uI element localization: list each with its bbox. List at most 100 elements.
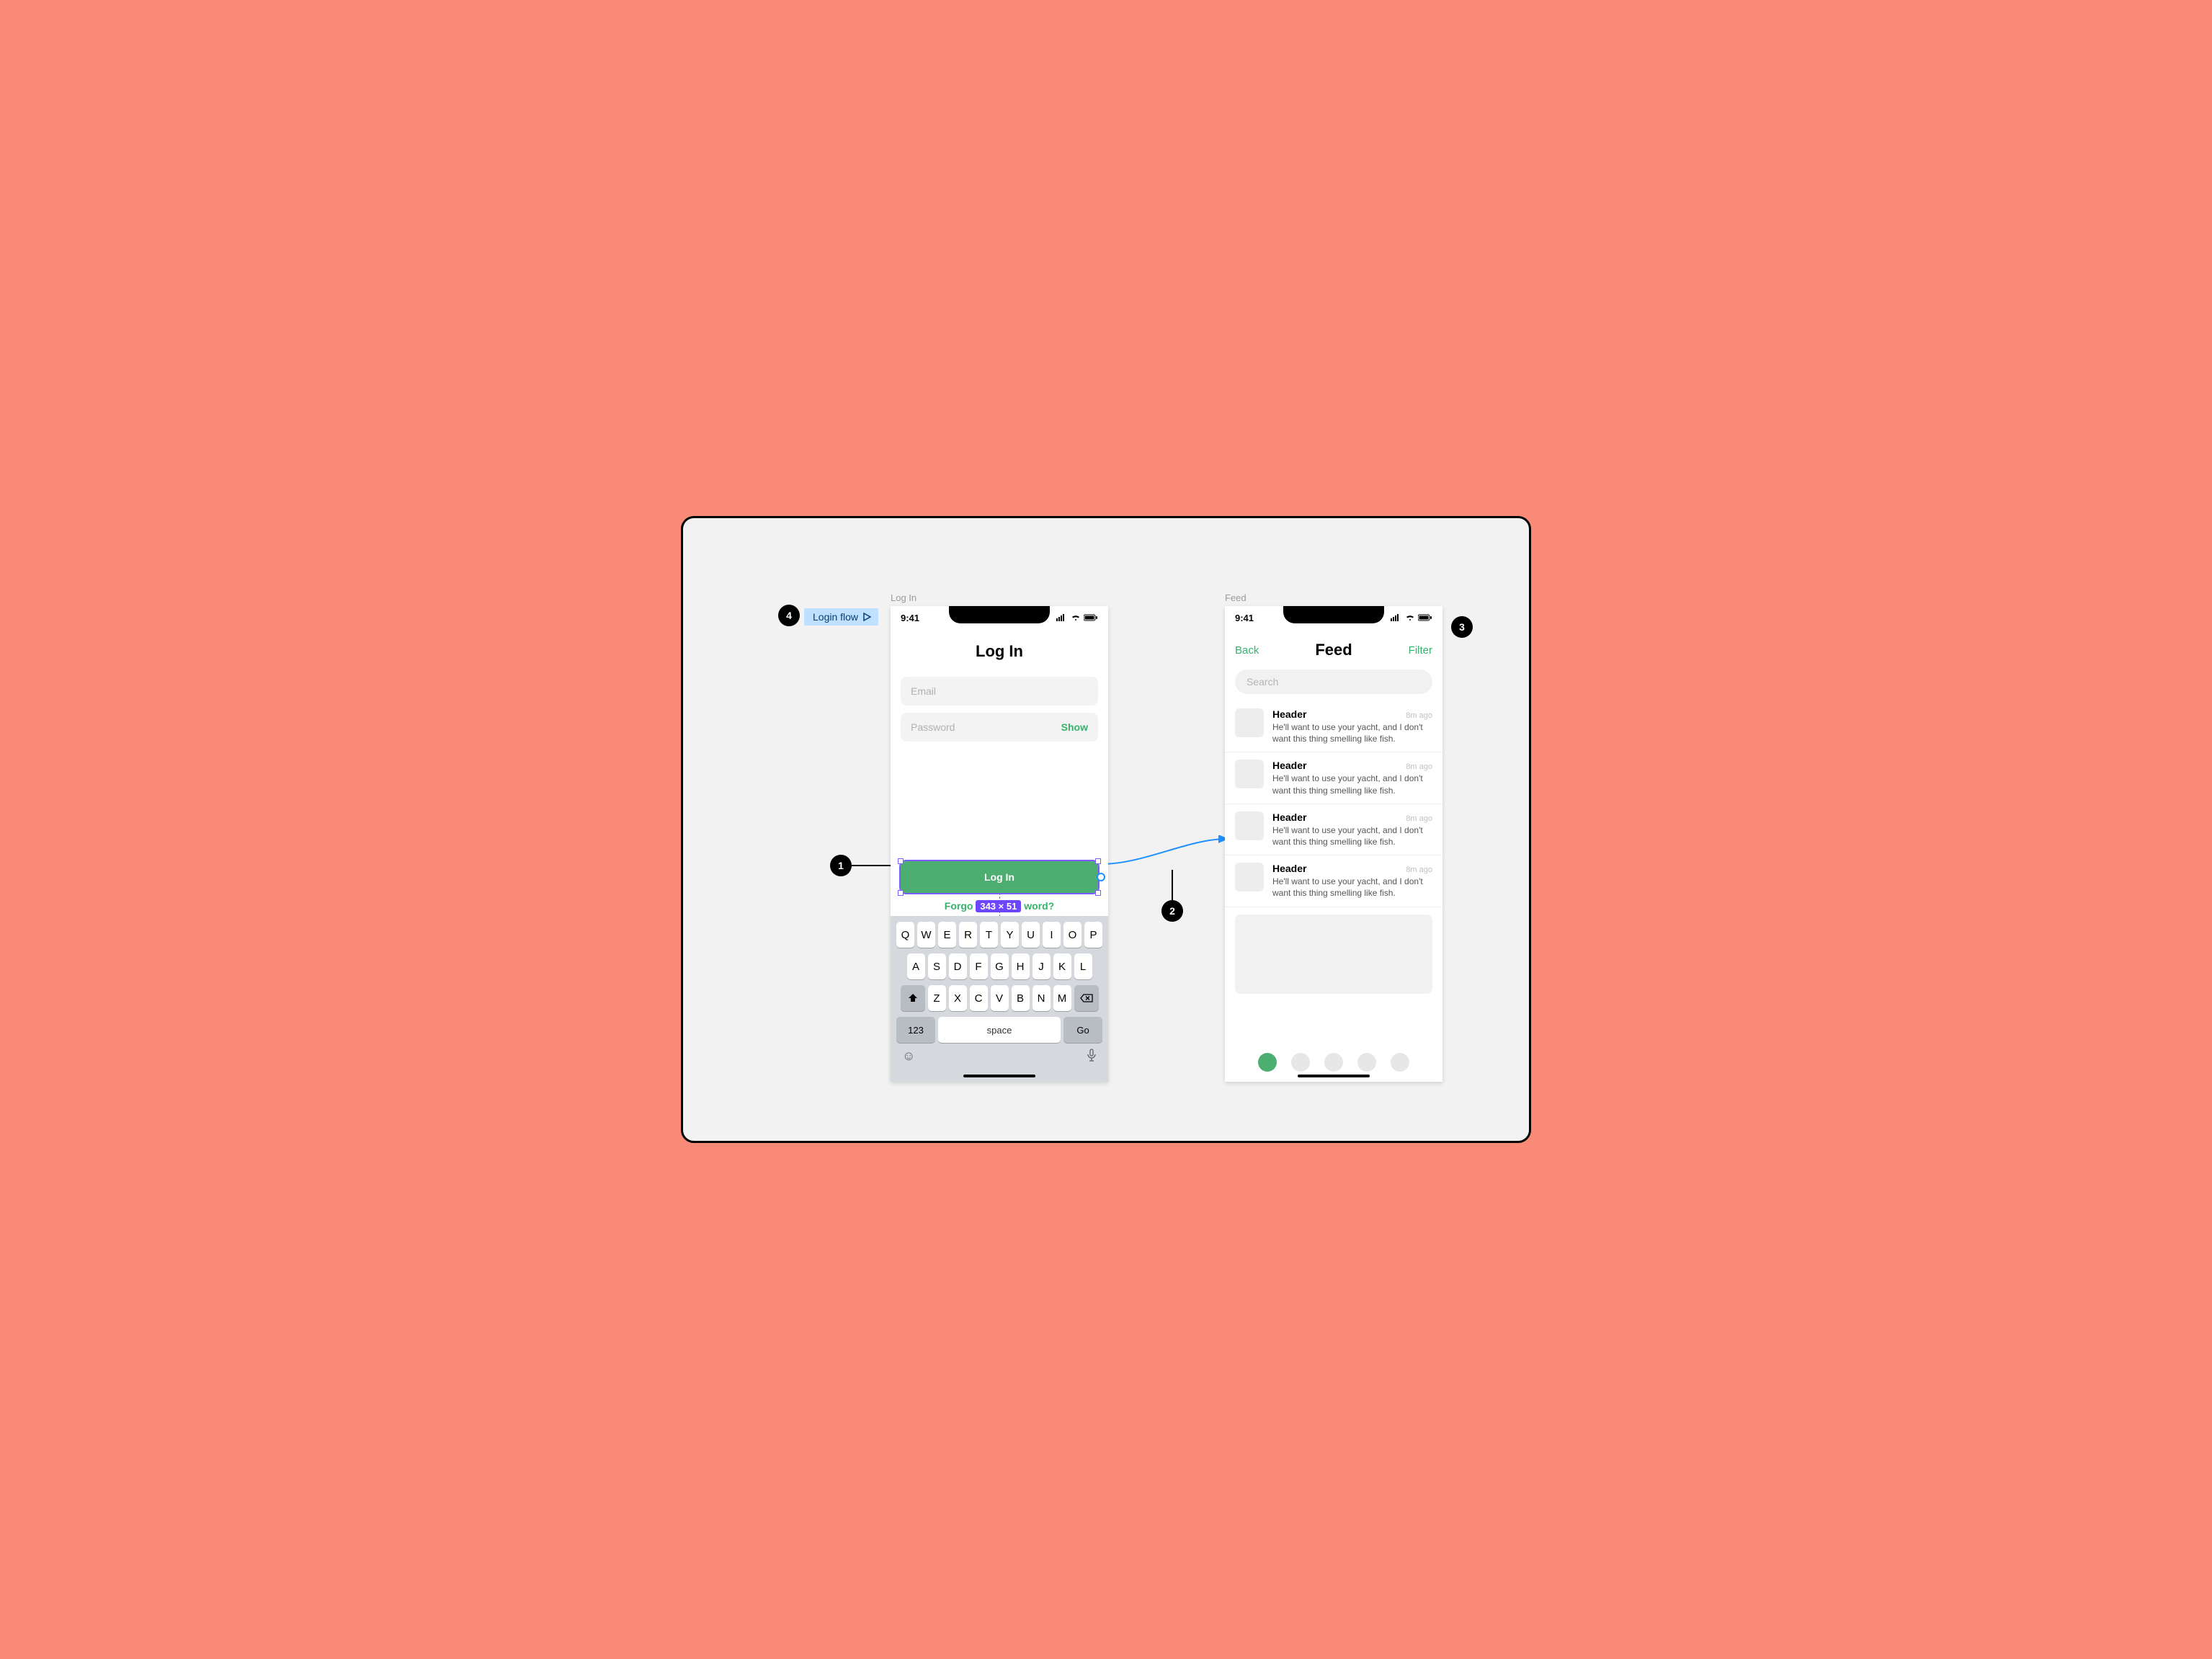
prototype-node[interactable] — [1097, 873, 1105, 881]
design-canvas: Login flow Log In Feed 4 3 1 2 9:41 — [681, 516, 1531, 1143]
key-n[interactable]: N — [1033, 985, 1051, 1011]
tab-3[interactable] — [1324, 1053, 1343, 1072]
feed-item-time: 8m ago — [1406, 711, 1432, 720]
selection-handle-ne[interactable] — [1095, 858, 1101, 864]
mic-icon[interactable] — [1087, 1049, 1097, 1065]
callout-1: 1 — [830, 855, 852, 876]
key-z[interactable]: Z — [928, 985, 946, 1011]
feed-item[interactable]: Header8m agoHe'll want to use your yacht… — [1225, 752, 1442, 804]
feed-thumb — [1235, 863, 1264, 891]
key-l[interactable]: L — [1074, 953, 1092, 979]
feed-item-header: Header — [1272, 760, 1306, 771]
feed-thumb — [1235, 760, 1264, 788]
selection-handle-se[interactable] — [1095, 890, 1101, 896]
callout-3: 3 — [1451, 616, 1473, 638]
key-s[interactable]: S — [928, 953, 946, 979]
feed-item[interactable]: Header8m agoHe'll want to use your yacht… — [1225, 855, 1442, 907]
key-h[interactable]: H — [1012, 953, 1030, 979]
feed-item[interactable]: Header 8m agoHe'll want to use your yacht… — [1225, 701, 1442, 752]
key-o[interactable]: O — [1063, 922, 1082, 948]
callout-2-line — [1172, 870, 1173, 900]
key-x[interactable]: X — [949, 985, 967, 1011]
key-k[interactable]: K — [1053, 953, 1071, 979]
login-title: Log In — [891, 642, 1108, 661]
backspace-key[interactable] — [1074, 985, 1099, 1011]
key-q[interactable]: Q — [896, 922, 914, 948]
prototype-connector — [1101, 835, 1245, 879]
feed-item-header: Header — [1272, 863, 1306, 874]
flow-chip-label: Login flow — [813, 611, 858, 623]
key-y[interactable]: Y — [1001, 922, 1019, 948]
login-button[interactable]: Log In — [901, 861, 1098, 893]
feed-header: Back Feed Filter — [1225, 629, 1442, 665]
key-t[interactable]: T — [980, 922, 998, 948]
key-r[interactable]: R — [959, 922, 977, 948]
tab-2[interactable] — [1291, 1053, 1310, 1072]
flow-chip[interactable]: Login flow — [804, 608, 878, 626]
battery-icon — [1084, 614, 1098, 621]
feed-item[interactable]: Header 8m agoHe'll want to use your yacht… — [1225, 804, 1442, 855]
space-key[interactable]: space — [938, 1017, 1061, 1043]
phone-notch — [1283, 606, 1384, 623]
frame-label-feed: Feed — [1225, 592, 1247, 603]
key-m[interactable]: M — [1053, 985, 1071, 1011]
selection-handle-sw[interactable] — [898, 890, 904, 896]
selection-handle-nw[interactable] — [898, 858, 904, 864]
key-b[interactable]: B — [1012, 985, 1030, 1011]
ios-keyboard: QWERTYUIOP ASDFGHJKL ZXCVBNM 123 space G… — [891, 916, 1108, 1082]
key-d[interactable]: D — [949, 953, 967, 979]
signal-icon — [1391, 614, 1402, 621]
key-i[interactable]: I — [1043, 922, 1061, 948]
feed-title: Feed — [1315, 641, 1352, 659]
shift-key[interactable] — [901, 985, 925, 1011]
numeric-key[interactable]: 123 — [896, 1017, 935, 1043]
login-frame[interactable]: 9:41 Log In Email Password Show Log In F… — [891, 606, 1108, 1082]
forgot-password-link[interactable]: Forgo 343 × 51 word? — [891, 900, 1108, 912]
phone-notch — [949, 606, 1050, 623]
key-u[interactable]: U — [1022, 922, 1040, 948]
feed-item-body: He'll want to use your yacht, and I don'… — [1272, 721, 1432, 744]
emoji-icon[interactable]: ☺ — [902, 1049, 915, 1065]
filter-link[interactable]: Filter — [1409, 644, 1432, 657]
feed-frame[interactable]: 9:41 Back Feed Filter Search Header 8m ag… — [1225, 606, 1442, 1082]
back-link[interactable]: Back — [1235, 644, 1259, 657]
tab-4[interactable] — [1357, 1053, 1376, 1072]
dimension-badge: 343 × 51 — [976, 900, 1021, 912]
feed-item-time: 8m ago — [1406, 762, 1432, 771]
key-p[interactable]: P — [1084, 922, 1102, 948]
key-j[interactable]: J — [1033, 953, 1051, 979]
show-password-link[interactable]: Show — [1061, 721, 1088, 733]
key-v[interactable]: V — [991, 985, 1009, 1011]
key-a[interactable]: A — [907, 953, 925, 979]
tab-1[interactable] — [1258, 1053, 1277, 1072]
key-e[interactable]: E — [938, 922, 956, 948]
feed-item-time: 8m ago — [1406, 814, 1432, 823]
home-indicator — [1298, 1075, 1370, 1077]
wifi-icon — [1071, 614, 1081, 621]
feed-item-header: Header — [1272, 708, 1306, 720]
play-icon — [862, 613, 871, 621]
feed-item-body: He'll want to use your yacht, and I don'… — [1272, 824, 1432, 848]
home-indicator — [963, 1075, 1035, 1077]
search-input[interactable]: Search — [1235, 670, 1432, 694]
feed-item-body: He'll want to use your yacht, and I don'… — [1272, 876, 1432, 899]
wifi-icon — [1405, 614, 1415, 621]
battery-icon — [1418, 614, 1432, 621]
key-w[interactable]: W — [917, 922, 935, 948]
status-time: 9:41 — [901, 613, 919, 623]
password-field[interactable]: Password Show — [901, 713, 1098, 742]
email-field[interactable]: Email — [901, 677, 1098, 706]
key-g[interactable]: G — [991, 953, 1009, 979]
key-c[interactable]: C — [970, 985, 988, 1011]
feed-item-header: Header — [1272, 811, 1306, 823]
go-key[interactable]: Go — [1063, 1017, 1102, 1043]
shift-icon — [908, 993, 918, 1003]
feed-card-placeholder — [1235, 915, 1432, 994]
tab-5[interactable] — [1391, 1053, 1409, 1072]
backspace-icon — [1080, 994, 1093, 1002]
callout-1-line — [852, 865, 892, 866]
status-time: 9:41 — [1235, 613, 1254, 623]
frame-label-login: Log In — [891, 592, 917, 603]
callout-4: 4 — [778, 605, 800, 626]
key-f[interactable]: F — [970, 953, 988, 979]
